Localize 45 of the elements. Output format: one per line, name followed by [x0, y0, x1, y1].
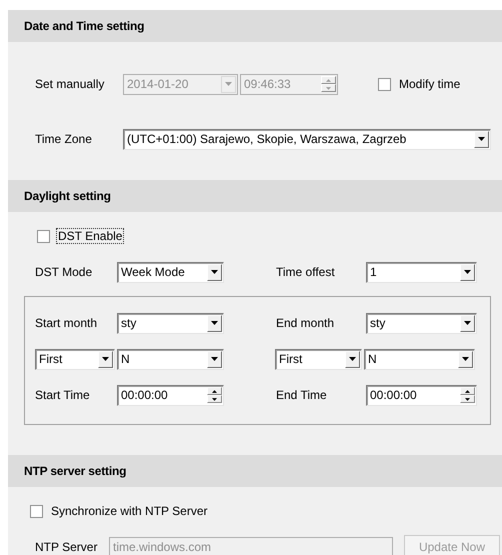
dropdown-arrow-icon — [464, 321, 471, 325]
checkbox-label[interactable]: DST Enable — [56, 228, 124, 244]
spin-up-icon — [212, 390, 217, 392]
field-label: End month — [276, 316, 336, 330]
dropdown-arrow-icon — [225, 82, 232, 86]
dropdown-arrow-icon — [102, 357, 109, 361]
dropdown[interactable]: N — [364, 348, 475, 370]
dropdown[interactable]: 1 — [366, 262, 477, 282]
field-label: End Time — [276, 388, 328, 402]
spin-down-icon — [465, 398, 470, 400]
field-label: NTP Server — [35, 540, 98, 554]
dropdown[interactable]: First — [275, 348, 362, 370]
field-label: Start Time — [35, 388, 91, 402]
dropdown-arrow-icon — [349, 357, 356, 361]
section-title: NTP server setting — [24, 464, 126, 478]
checkbox[interactable] — [37, 230, 50, 242]
field-label: Start month — [35, 316, 98, 330]
checkbox-label[interactable]: Synchronize with NTP Server — [49, 503, 210, 519]
checkbox[interactable] — [30, 504, 43, 518]
dropdown[interactable]: sty — [366, 312, 477, 334]
dropdown[interactable]: N — [117, 348, 224, 370]
field-label: Time offest — [276, 265, 336, 279]
dropdown-arrow-icon — [211, 321, 218, 325]
field-label: Time Zone — [35, 132, 93, 146]
dropdown-arrow-icon — [211, 270, 218, 274]
dropdown-arrow-icon — [211, 357, 218, 361]
spin-down-icon — [212, 398, 217, 400]
time-spinner[interactable]: 00:00:00 — [117, 384, 224, 406]
dropdown[interactable]: Week Mode — [117, 262, 224, 282]
dropdown[interactable]: sty — [117, 312, 224, 334]
dropdown[interactable]: (UTC+01:00) Sarajewo, Skopie, Warszawa, Zagrzeb — [123, 128, 491, 150]
field-label: Set manually — [35, 77, 106, 91]
time-spinner[interactable]: 00:00:00 — [366, 384, 477, 406]
section-title: Date and Time setting — [24, 19, 144, 33]
section-title: Daylight setting — [24, 189, 111, 203]
checkbox[interactable] — [378, 78, 391, 90]
spin-up-icon — [326, 78, 331, 82]
dropdown-arrow-icon — [478, 137, 485, 141]
field-label: DST Mode — [35, 265, 94, 279]
dropdown[interactable]: First — [35, 348, 115, 370]
dropdown-arrow-icon — [464, 270, 471, 274]
dropdown-arrow-icon — [462, 357, 469, 361]
spin-down-icon — [326, 86, 331, 90]
spin-up-icon — [465, 390, 470, 392]
checkbox-label[interactable]: Modify time — [397, 76, 462, 92]
